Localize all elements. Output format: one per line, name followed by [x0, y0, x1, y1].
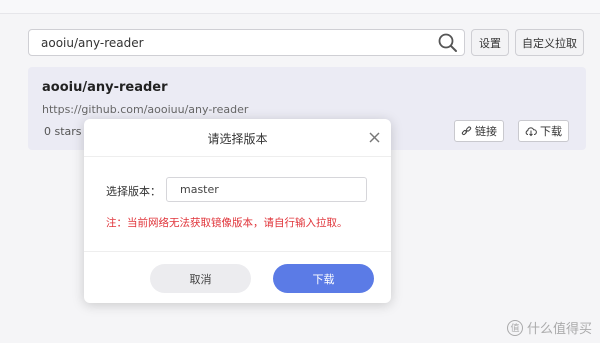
network-warning: 注：当前网络无法获取镜像版本，请自行输入拉取。 — [106, 217, 348, 229]
watermark-text: 什么值得买 — [526, 322, 592, 337]
cancel-button[interactable]: 取消 — [150, 264, 251, 293]
version-field-label: 选择版本： — [106, 185, 161, 198]
watermark-logo-icon: 值 — [506, 319, 523, 336]
version-dialog: 请选择版本 选择版本： 注：当前网络无法获取镜像版本，请自行输入拉取。 取消 下… — [84, 119, 391, 303]
dialog-title: 请选择版本 — [207, 132, 268, 146]
dialog-header: 请选择版本 — [84, 119, 391, 157]
watermark: 值 什么值得买 — [506, 318, 592, 337]
version-input[interactable] — [166, 177, 367, 202]
download-button[interactable]: 下载 — [273, 264, 374, 293]
close-icon[interactable] — [368, 131, 381, 144]
dialog-divider — [84, 251, 391, 252]
